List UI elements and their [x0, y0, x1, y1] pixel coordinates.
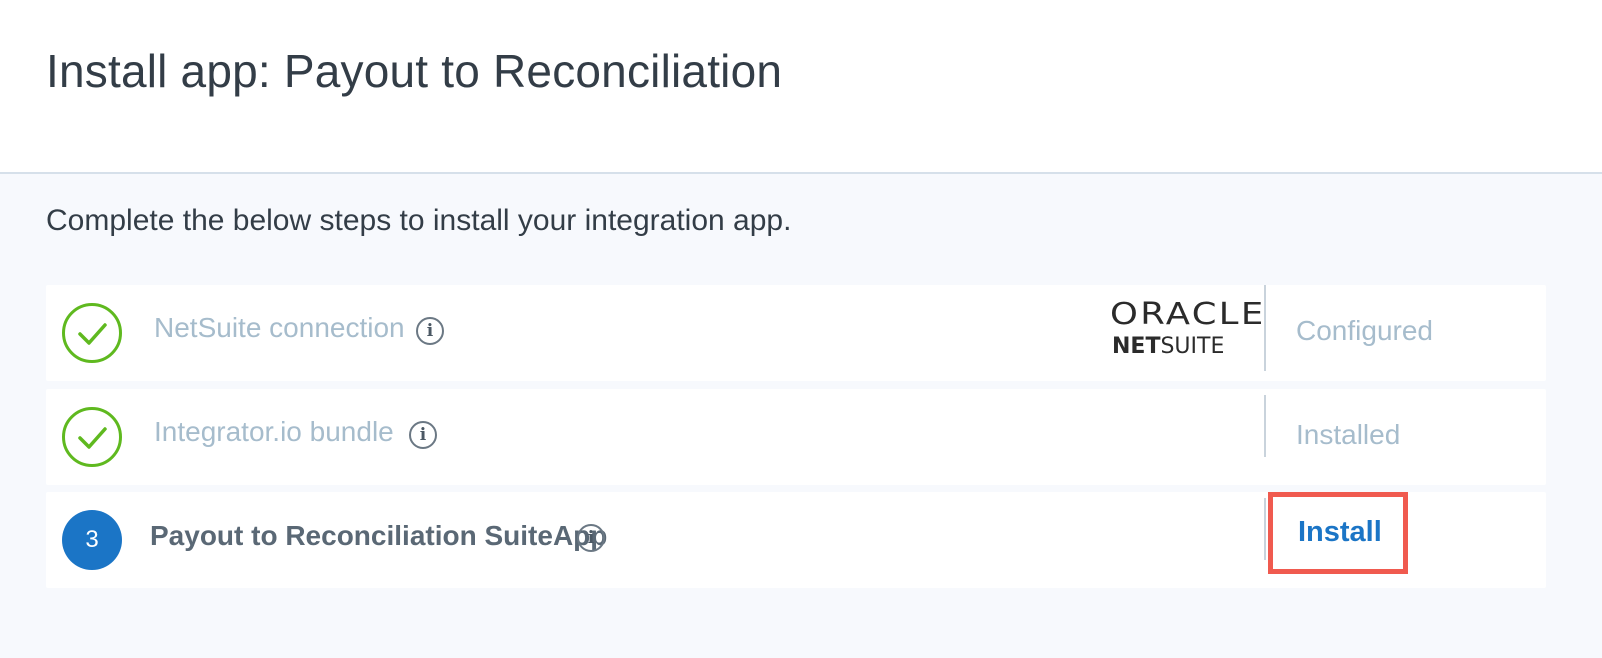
check-circle-icon — [62, 303, 122, 363]
status-configured: Configured — [1296, 315, 1433, 346]
instructions-text: Complete the below steps to install your… — [46, 204, 792, 237]
step-row-netsuite-connection: NetSuite connection i ORACLE NETSUITE Co… — [46, 285, 1546, 381]
step-label: Integrator.io bundle — [154, 416, 394, 447]
step-row-suiteapp: 3 Payout to Reconciliation SuiteApp i In… — [46, 492, 1546, 588]
info-icon[interactable]: i — [577, 524, 605, 552]
info-icon[interactable]: i — [409, 421, 437, 449]
status-installed: Installed — [1296, 419, 1401, 450]
page-header: Install app: Payout to Reconciliation — [0, 0, 1602, 174]
step-label: NetSuite connection — [154, 312, 405, 343]
check-circle-icon — [62, 407, 122, 467]
divider — [1264, 498, 1266, 560]
step-row-integrator-bundle: Integrator.io bundle i Installed — [46, 389, 1546, 485]
page-title: Install app: Payout to Reconciliation — [46, 45, 783, 97]
info-icon[interactable]: i — [416, 317, 444, 345]
install-button[interactable]: Install — [1268, 492, 1408, 574]
install-button-label: Install — [1298, 516, 1382, 548]
divider — [1264, 395, 1266, 457]
divider — [1264, 285, 1266, 371]
step-label: Payout to Reconciliation SuiteApp — [150, 520, 608, 551]
oracle-netsuite-logo: ORACLE NETSUITE — [1110, 297, 1266, 359]
step-number-badge: 3 — [62, 510, 122, 570]
